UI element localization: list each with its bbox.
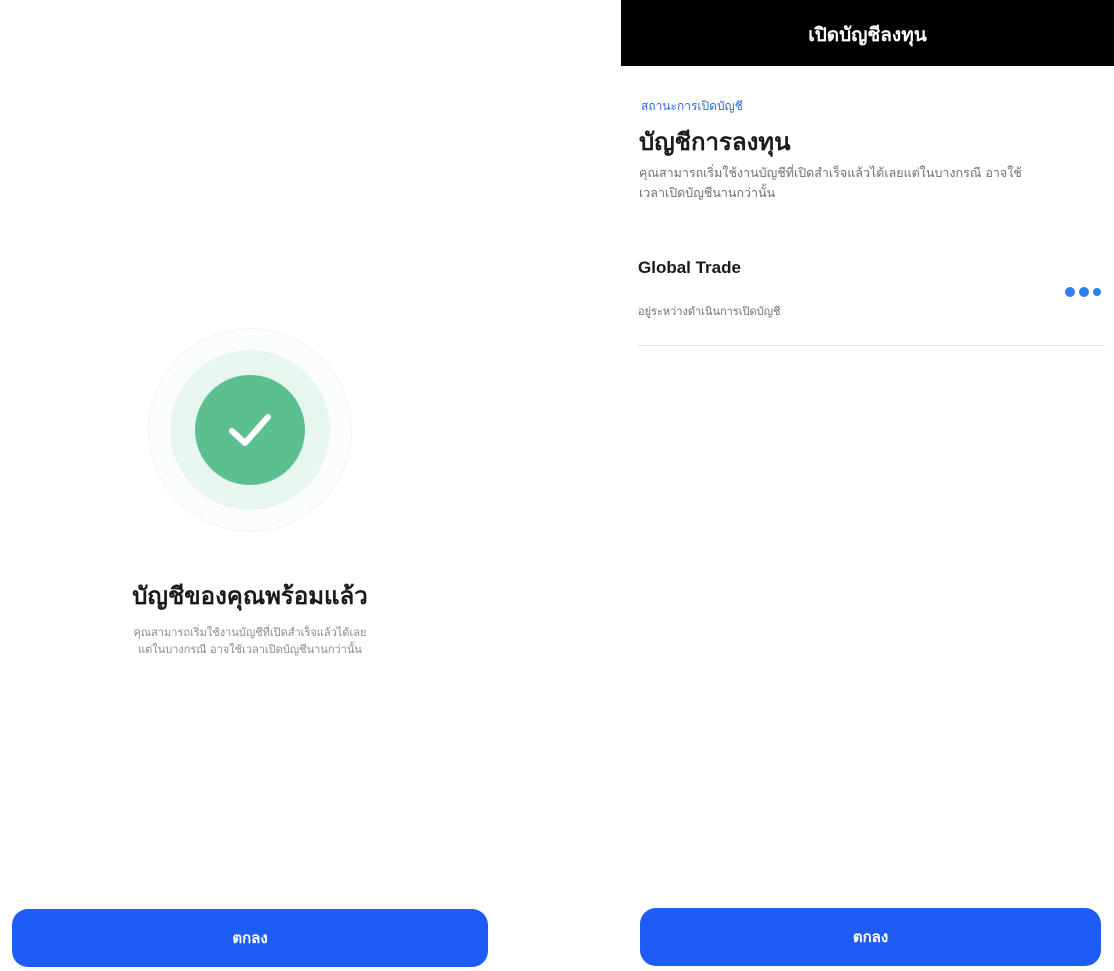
- check-icon: [229, 414, 271, 446]
- ok-button[interactable]: ตกลง: [12, 909, 488, 967]
- account-status-screen: เปิดบัญชีลงทุน สถานะการเปิดบัญชี บัญชีกา…: [621, 0, 1114, 971]
- success-screen: บัญชีของคุณพร้อมแล้ว คุณสามารถเริ่มใช้งา…: [0, 0, 500, 971]
- loading-dot: [1079, 287, 1089, 297]
- loading-dot: [1093, 288, 1101, 296]
- account-row-global-trade[interactable]: Global Trade อยู่ระหว่างดำเนินการเปิดบัญ…: [638, 248, 1105, 346]
- header-bar: เปิดบัญชีลงทุน: [621, 0, 1114, 66]
- section-description-line: คุณสามารถเริ่มใช้งานบัญชีที่เปิดสำเร็จแล…: [639, 165, 1022, 180]
- section-title: บัญชีการลงทุน: [639, 128, 791, 156]
- check-circle: [195, 375, 305, 485]
- success-description-line: แต่ในบางกรณี อาจใช้เวลาเปิดบัญชีนานกว่าน…: [138, 643, 362, 656]
- loading-dots-icon: [1065, 286, 1105, 298]
- status-label: สถานะการเปิดบัญชี: [641, 99, 743, 113]
- success-description: คุณสามารถเริ่มใช้งานบัญชีที่เปิดสำเร็จแล…: [70, 624, 430, 658]
- account-status: อยู่ระหว่างดำเนินการเปิดบัญชี: [638, 305, 781, 318]
- ok-button[interactable]: ตกลง: [640, 908, 1101, 966]
- success-description-line: คุณสามารถเริ่มใช้งานบัญชีที่เปิดสำเร็จแล…: [133, 626, 367, 639]
- account-name: Global Trade: [638, 258, 741, 277]
- loading-dot: [1065, 287, 1075, 297]
- success-illustration: [148, 328, 352, 532]
- section-description-line: เวลาเปิดบัญชีนานกว่านั้น: [639, 185, 776, 200]
- section-description: คุณสามารถเริ่มใช้งานบัญชีที่เปิดสำเร็จแล…: [639, 163, 1109, 203]
- header-title: เปิดบัญชีลงทุน: [808, 24, 927, 46]
- success-title: บัญชีของคุณพร้อมแล้ว: [132, 582, 368, 610]
